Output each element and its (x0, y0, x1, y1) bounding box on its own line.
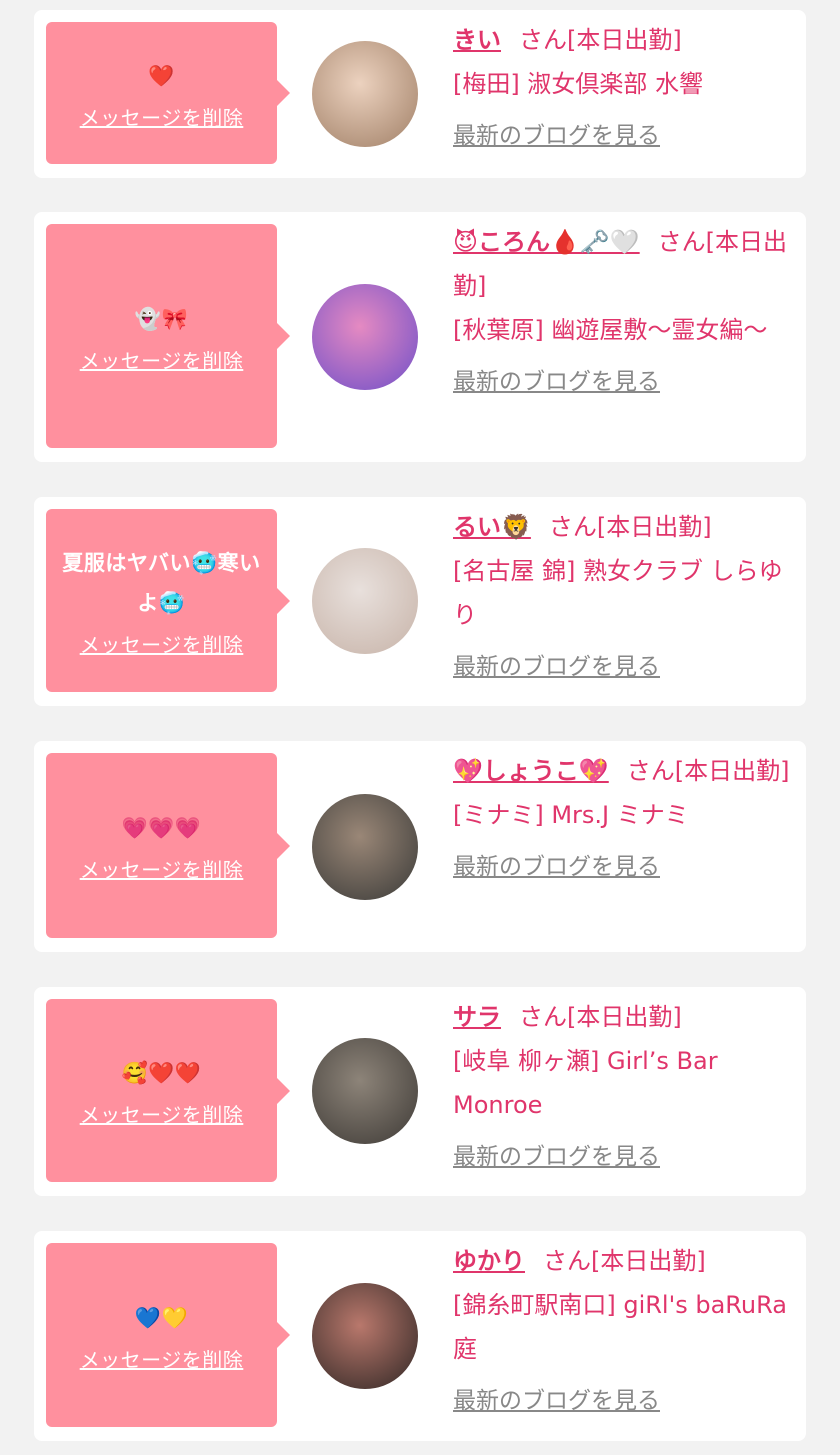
status-text: さん[本日出勤] (548, 513, 712, 541)
card-kii: ❤️ メッセージを削除 きい さん[本日出勤] [梅田] 淑女倶楽部 水響 最新の… (34, 10, 806, 178)
delete-message-link[interactable]: メッセージを削除 (80, 102, 244, 131)
girl-name-link[interactable]: サラ (453, 1003, 501, 1031)
girl-name-link[interactable]: ゆかり (453, 1247, 525, 1275)
status-text: さん[本日出勤] (519, 1003, 682, 1031)
info: ゆかり さん[本日出勤] [錦糸町駅南口] giRl's baRuRa庭 最新のブ… (453, 1239, 792, 1423)
girl-name-link[interactable]: 😈ころん🩸🗝️🤍 (453, 228, 640, 256)
status-text: さん[本日出勤] (519, 26, 682, 54)
delete-message-link[interactable]: メッセージを削除 (80, 345, 244, 374)
shop-text: [梅田] 淑女倶楽部 水響 (453, 70, 703, 98)
message-text: ❤️ (148, 63, 175, 88)
delete-message-link[interactable]: メッセージを削除 (80, 1344, 244, 1373)
blog-link[interactable]: 最新のブログを見る (453, 1379, 660, 1423)
info: 💖しょうこ💖 さん[本日出勤] [ミナミ] Mrs.J ミナミ 最新のブログを見る (453, 749, 792, 889)
shop-text: [名古屋 錦] 熟女クラブ しらゆり (453, 557, 783, 629)
info: 😈ころん🩸🗝️🤍 さん[本日出勤] [秋葉原] 幽遊屋敷〜霊女編〜 最新のブログを… (453, 220, 792, 404)
card-yukari: 💙💛 メッセージを削除 ゆかり さん[本日出勤] [錦糸町駅南口] giRl's … (34, 1231, 806, 1441)
message-bubble: 👻🎀 メッセージを削除 (46, 224, 290, 448)
avatar[interactable] (312, 1283, 418, 1389)
blog-link[interactable]: 最新のブログを見る (453, 1135, 660, 1179)
message-text: 👻🎀 (134, 306, 189, 331)
blog-link[interactable]: 最新のブログを見る (453, 114, 660, 158)
avatar[interactable] (312, 41, 418, 147)
message-bubble: 💙💛 メッセージを削除 (46, 1243, 290, 1427)
status-text: さん[本日出勤] (626, 757, 790, 785)
message-text: 夏服はヤバい🥶寒いよ🥶 (62, 551, 261, 615)
message-bubble: ❤️ メッセージを削除 (46, 22, 290, 164)
delete-message-link[interactable]: メッセージを削除 (80, 1099, 244, 1128)
delete-message-link[interactable]: メッセージを削除 (80, 629, 244, 658)
card-rui: 夏服はヤバい🥶寒いよ🥶 メッセージを削除 るい🦁 さん[本日出勤] [名古屋 錦]… (34, 497, 806, 706)
blog-link[interactable]: 最新のブログを見る (453, 845, 660, 889)
girl-name-link[interactable]: きい (453, 26, 501, 54)
message-text: 🥰❤️❤️ (121, 1061, 202, 1085)
blog-link[interactable]: 最新のブログを見る (453, 645, 660, 689)
avatar[interactable] (312, 794, 418, 900)
card-koron: 👻🎀 メッセージを削除 😈ころん🩸🗝️🤍 さん[本日出勤] [秋葉原] 幽遊屋敷〜… (34, 212, 806, 462)
message-bubble: 夏服はヤバい🥶寒いよ🥶 メッセージを削除 (46, 509, 290, 692)
shop-text: [秋葉原] 幽遊屋敷〜霊女編〜 (453, 316, 768, 344)
avatar[interactable] (312, 548, 418, 654)
shop-text: [岐阜 柳ヶ瀬] Girl’s Bar Monroe (453, 1047, 718, 1119)
card-sara: 🥰❤️❤️ メッセージを削除 サラ さん[本日出勤] [岐阜 柳ヶ瀬] Girl’… (34, 987, 806, 1196)
message-bubble: 🥰❤️❤️ メッセージを削除 (46, 999, 290, 1182)
card-shouko: 💗💗💗 メッセージを削除 💖しょうこ💖 さん[本日出勤] [ミナミ] Mrs.J … (34, 741, 806, 952)
info: サラ さん[本日出勤] [岐阜 柳ヶ瀬] Girl’s Bar Monroe 最新… (453, 995, 792, 1179)
message-text: 💗💗💗 (121, 816, 202, 840)
girl-name-link[interactable]: 💖しょうこ💖 (453, 757, 609, 785)
avatar[interactable] (312, 284, 418, 390)
message-bubble: 💗💗💗 メッセージを削除 (46, 753, 290, 938)
delete-message-link[interactable]: メッセージを削除 (80, 854, 244, 883)
avatar[interactable] (312, 1038, 418, 1144)
girl-name-link[interactable]: るい🦁 (453, 513, 531, 541)
shop-text: [錦糸町駅南口] giRl's baRuRa庭 (453, 1291, 787, 1363)
info: るい🦁 さん[本日出勤] [名古屋 錦] 熟女クラブ しらゆり 最新のブログを見る (453, 505, 792, 689)
blog-link[interactable]: 最新のブログを見る (453, 360, 660, 404)
status-text: さん[本日出勤] (543, 1247, 706, 1275)
shop-text: [ミナミ] Mrs.J ミナミ (453, 801, 689, 829)
message-text: 💙💛 (134, 1305, 189, 1330)
info: きい さん[本日出勤] [梅田] 淑女倶楽部 水響 最新のブログを見る (453, 18, 792, 158)
